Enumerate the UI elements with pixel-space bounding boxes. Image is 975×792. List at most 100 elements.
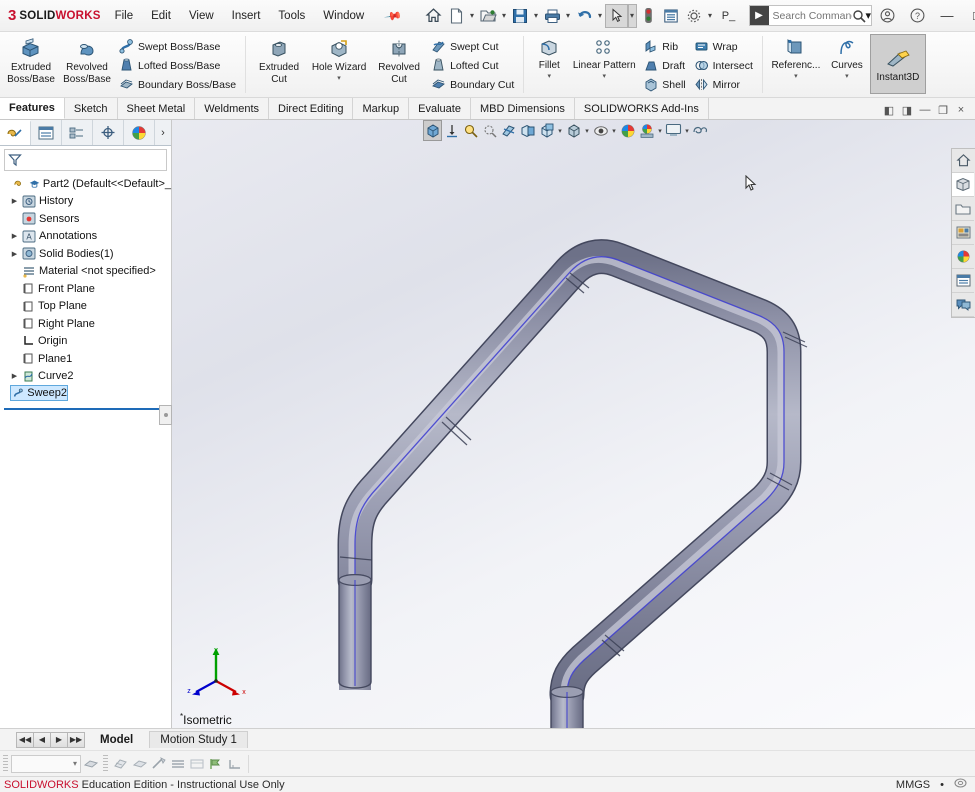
tree-item-annotations[interactable]: ▶ A Annotations xyxy=(2,228,171,246)
options-gear-icon[interactable] xyxy=(683,4,706,28)
zoom-to-area-icon[interactable] xyxy=(442,120,461,141)
design-library-icon[interactable] xyxy=(952,173,974,197)
tree-arrow-history[interactable]: ▶ xyxy=(10,197,19,205)
overflow-label[interactable]: P_ xyxy=(715,4,743,28)
print-dropdown-icon[interactable]: ▾ xyxy=(564,11,573,20)
open-dropdown-icon[interactable]: ▾ xyxy=(500,11,509,20)
hole-wizard-button[interactable]: Hole Wizard ▾ xyxy=(307,34,371,82)
print-icon[interactable] xyxy=(541,4,564,28)
instant3d-button[interactable]: Instant3D xyxy=(869,34,926,94)
lofted-boss-base-button[interactable]: Lofted Boss/Base xyxy=(115,56,240,75)
next-tab-button[interactable]: ▶ xyxy=(50,731,68,748)
revolved-boss-base-button[interactable]: Revolved Boss/Base xyxy=(59,34,115,85)
fillet-button[interactable]: Fillet ▾ xyxy=(529,34,569,80)
close-doc-icon[interactable]: × xyxy=(953,101,969,119)
scene-bottom-icon[interactable] xyxy=(111,754,130,774)
tree-item-part2[interactable]: Part2 (Default<<Default>_ xyxy=(2,175,171,193)
menu-item-view[interactable]: View xyxy=(180,6,223,26)
new-document-dropdown-icon[interactable]: ▾ xyxy=(468,11,477,20)
editing-part-icon[interactable] xyxy=(954,777,967,792)
measure-icon[interactable] xyxy=(168,754,187,774)
display-pane-caret-icon[interactable]: ▾ xyxy=(683,127,691,135)
solidworks-resources-icon[interactable] xyxy=(952,149,974,173)
tree-arrow-solid-bodies[interactable]: ▶ xyxy=(10,250,19,258)
undo-icon[interactable] xyxy=(573,4,596,28)
reference-geometry-caret-icon[interactable]: ▾ xyxy=(794,73,798,80)
tree-item-solid-bodies[interactable]: ▶ Solid Bodies(1) xyxy=(2,245,171,263)
rebuild-icon[interactable] xyxy=(637,4,660,28)
previous-view-icon[interactable] xyxy=(480,120,499,141)
rib-button[interactable]: Rib xyxy=(639,37,689,56)
undo-dropdown-icon[interactable]: ▾ xyxy=(596,11,605,20)
apply-scene-caret-icon[interactable]: ▾ xyxy=(656,127,664,135)
linear-pattern-caret-icon[interactable]: ▾ xyxy=(603,73,607,80)
tree-item-sensors[interactable]: Sensors xyxy=(2,210,171,228)
swept-tube-model[interactable] xyxy=(172,120,975,728)
dimension-tool-icon[interactable] xyxy=(225,754,244,774)
file-explorer-icon[interactable] xyxy=(952,197,974,221)
tree-item-material[interactable]: Material <not specified> xyxy=(2,263,171,281)
restore-right-icon[interactable]: ◨ xyxy=(899,101,915,119)
display-manager-tab[interactable] xyxy=(124,120,155,145)
tree-arrow-curve2[interactable]: ▶ xyxy=(10,372,19,380)
tree-item-history[interactable]: ▶ History xyxy=(2,193,171,211)
first-tab-button[interactable]: ◀◀ xyxy=(16,731,34,748)
menu-item-insert[interactable]: Insert xyxy=(223,6,270,26)
tree-item-right-plane[interactable]: Right Plane xyxy=(2,315,171,333)
user-account-icon[interactable] xyxy=(872,3,902,29)
edit-material-icon[interactable] xyxy=(130,754,149,774)
tab-model[interactable]: Model xyxy=(90,732,143,748)
pushpin-icon[interactable]: 📌 xyxy=(374,0,413,34)
prev-tab-button[interactable]: ◀ xyxy=(33,731,51,748)
sensor-icon[interactable] xyxy=(206,754,225,774)
search-input[interactable] xyxy=(768,9,852,22)
property-manager-tab[interactable] xyxy=(31,120,62,145)
tree-item-top-plane[interactable]: Top Plane xyxy=(2,298,171,316)
curves-button[interactable]: Curves ▾ xyxy=(824,34,870,80)
feature-tree-filter[interactable] xyxy=(4,149,167,171)
tab-motion-study-1[interactable]: Motion Study 1 xyxy=(149,731,248,748)
toolbar-grip-1[interactable] xyxy=(3,754,8,773)
tab-sketch[interactable]: Sketch xyxy=(64,98,118,119)
appearance-combo[interactable]: ▾ xyxy=(11,754,81,773)
tab-mbd-dimensions[interactable]: MBD Dimensions xyxy=(470,98,575,119)
extruded-cut-button[interactable]: Extruded Cut xyxy=(251,34,307,85)
view-settings-caret-icon[interactable]: ▾ xyxy=(610,127,618,135)
configuration-manager-tab[interactable] xyxy=(62,120,93,145)
view-orientation-icon[interactable] xyxy=(518,120,537,141)
menu-item-edit[interactable]: Edit xyxy=(142,6,180,26)
save-dropdown-icon[interactable]: ▾ xyxy=(532,11,541,20)
display-style-caret-icon[interactable]: ▾ xyxy=(556,127,564,135)
tab-evaluate[interactable]: Evaluate xyxy=(409,98,471,119)
dimxpert-manager-tab[interactable] xyxy=(93,120,124,145)
swept-cut-button[interactable]: Swept Cut xyxy=(427,37,518,56)
display-style-icon[interactable] xyxy=(537,120,556,141)
hole-wizard-caret-icon[interactable]: ▾ xyxy=(337,75,341,82)
tab-sheet-metal[interactable]: Sheet Metal xyxy=(117,98,196,119)
tab-markup[interactable]: Markup xyxy=(353,98,410,119)
view-palette-icon[interactable] xyxy=(952,221,974,245)
open-folder-icon[interactable] xyxy=(477,4,500,28)
appearances-scenes-icon[interactable] xyxy=(952,245,974,269)
new-document-icon[interactable] xyxy=(445,4,468,28)
feature-manager-more-icon[interactable]: › xyxy=(155,120,171,145)
reference-geometry-button[interactable]: Referenc... ▾ xyxy=(768,34,824,80)
rollback-bar[interactable] xyxy=(4,408,168,410)
intersect-button[interactable]: Intersect xyxy=(690,56,757,75)
menu-item-file[interactable]: File xyxy=(106,6,143,26)
draft-button[interactable]: Draft xyxy=(639,56,689,75)
select-dropdown-icon[interactable]: ▾ xyxy=(627,3,637,28)
hide-show-caret-icon[interactable]: ▾ xyxy=(583,127,591,135)
wrap-button[interactable]: Wrap xyxy=(690,37,757,56)
display-pane-icon[interactable] xyxy=(664,120,683,141)
mirror-button[interactable]: Mirror xyxy=(690,75,757,94)
tree-arrow-annotations[interactable]: ▶ xyxy=(10,232,19,240)
tab-solidworks-add-ins[interactable]: SOLIDWORKS Add-Ins xyxy=(574,98,709,119)
restore-doc-icon[interactable]: ❐ xyxy=(935,101,951,119)
section-view-icon[interactable] xyxy=(499,120,518,141)
tab-weldments[interactable]: Weldments xyxy=(195,98,270,119)
zoom-to-fit-icon[interactable] xyxy=(423,120,442,141)
fillet-caret-icon[interactable]: ▾ xyxy=(548,73,552,80)
boundary-cut-button[interactable]: Boundary Cut xyxy=(427,75,518,94)
file-properties-icon[interactable] xyxy=(660,4,683,28)
